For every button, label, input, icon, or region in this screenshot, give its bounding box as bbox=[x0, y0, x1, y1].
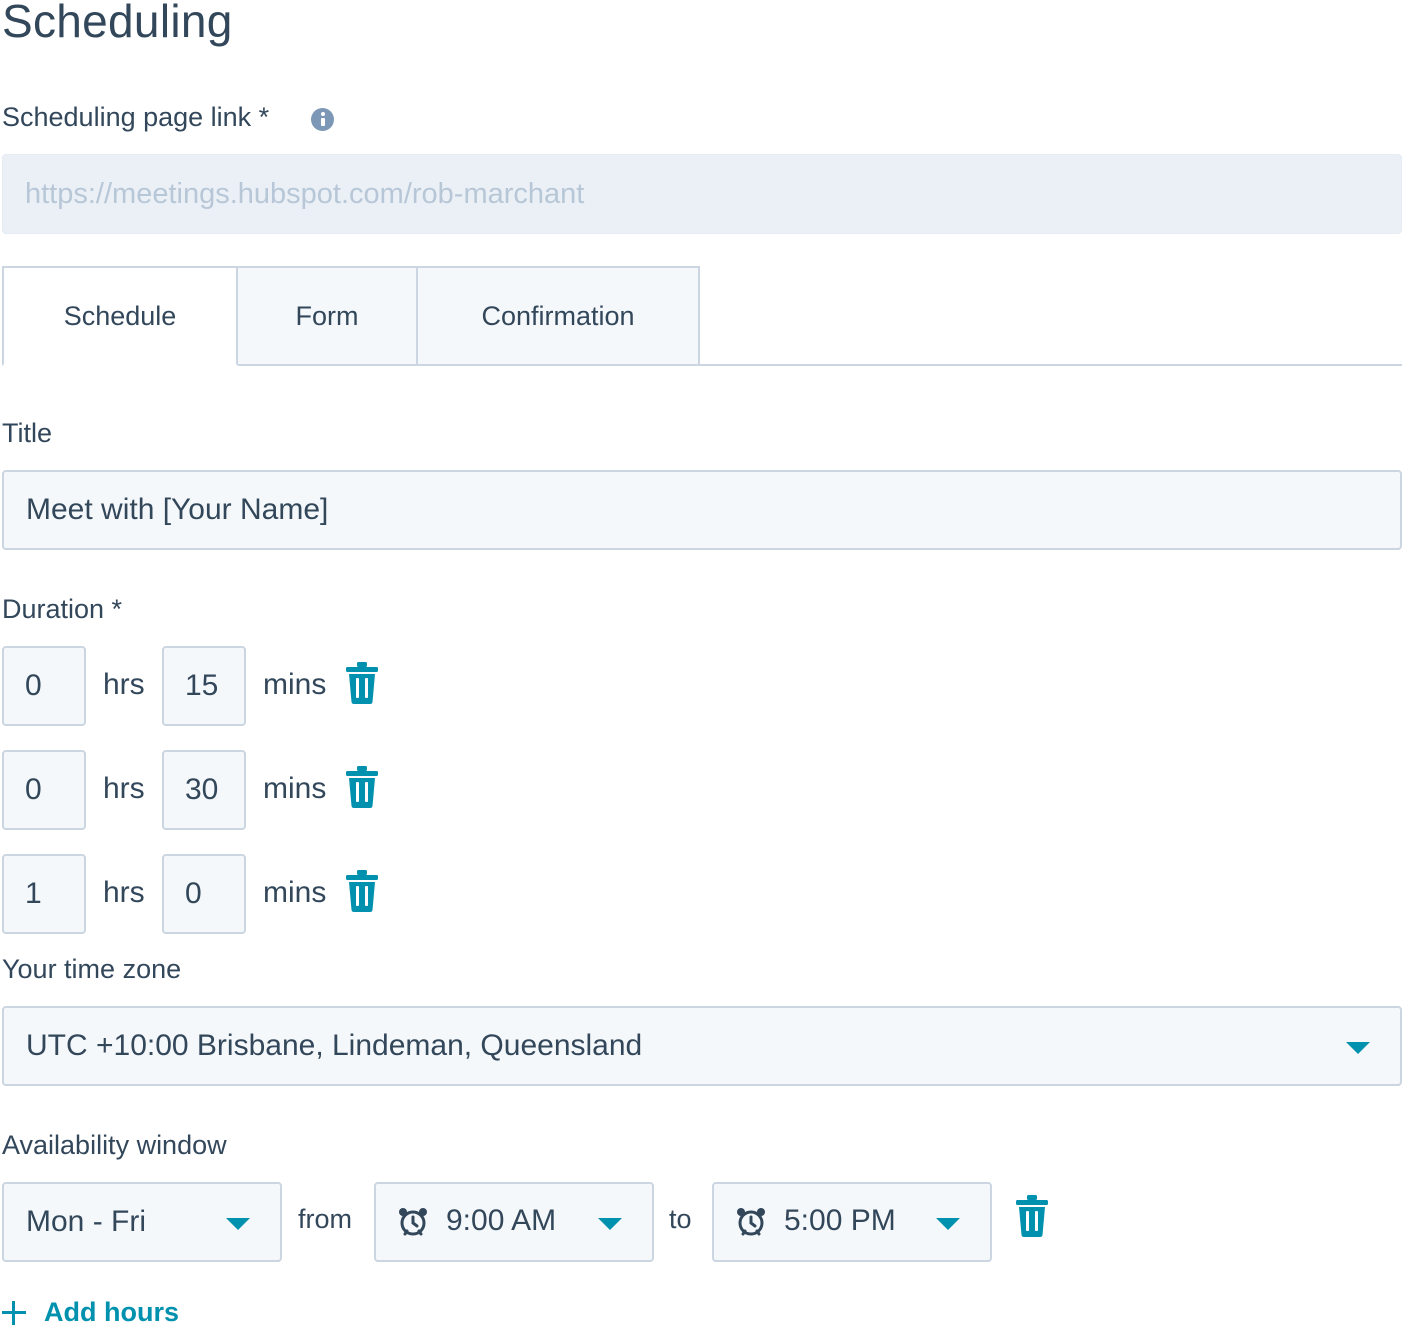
duration-minutes-input[interactable]: 30 bbox=[162, 750, 246, 830]
duration-hours-input[interactable]: 0 bbox=[2, 646, 86, 726]
tab-form[interactable]: Form bbox=[236, 266, 418, 366]
days-select[interactable]: Mon - Fri bbox=[2, 1182, 282, 1262]
trash-icon[interactable] bbox=[346, 661, 378, 705]
tab-schedule[interactable]: Schedule bbox=[2, 266, 238, 366]
mins-label: mins bbox=[263, 876, 327, 909]
start-time-value: 9:00 AM bbox=[446, 1204, 557, 1237]
timezone-select[interactable]: UTC +10:00 Brisbane, Lindeman, Queenslan… bbox=[2, 1006, 1402, 1086]
add-hours-button[interactable]: Add hours bbox=[2, 1297, 179, 1328]
hrs-label: hrs bbox=[103, 772, 145, 805]
caret-down-icon bbox=[226, 1218, 250, 1230]
caret-down-icon bbox=[936, 1218, 960, 1230]
info-icon[interactable] bbox=[311, 108, 334, 131]
add-hours-label: Add hours bbox=[44, 1297, 179, 1327]
duration-hours-input[interactable]: 0 bbox=[2, 750, 86, 830]
hrs-label: hrs bbox=[103, 668, 145, 701]
duration-hours-input[interactable]: 1 bbox=[2, 854, 86, 934]
trash-icon[interactable] bbox=[1016, 1194, 1048, 1238]
availability-label: Availability window bbox=[2, 1130, 227, 1160]
mins-label: mins bbox=[263, 668, 327, 701]
from-label: from bbox=[298, 1204, 352, 1234]
to-label: to bbox=[669, 1204, 692, 1234]
hrs-label: hrs bbox=[103, 876, 145, 909]
trash-icon[interactable] bbox=[346, 765, 378, 809]
tab-confirmation[interactable]: Confirmation bbox=[416, 266, 700, 366]
title-input[interactable] bbox=[2, 470, 1402, 550]
plus-icon bbox=[2, 1300, 26, 1325]
caret-down-icon bbox=[1346, 1042, 1370, 1054]
scheduling-link-input bbox=[2, 154, 1402, 234]
end-time-value: 5:00 PM bbox=[784, 1204, 896, 1237]
duration-minutes-input[interactable]: 15 bbox=[162, 646, 246, 726]
scheduling-link-label: Scheduling page link * bbox=[2, 102, 270, 132]
mins-label: mins bbox=[263, 772, 327, 805]
caret-down-icon bbox=[598, 1218, 622, 1230]
page-title: Scheduling bbox=[2, 0, 233, 47]
start-time-select[interactable]: 9:00 AM bbox=[374, 1182, 654, 1262]
alarm-clock-icon bbox=[399, 1208, 427, 1236]
duration-minutes-input[interactable]: 0 bbox=[162, 854, 246, 934]
trash-icon[interactable] bbox=[346, 869, 378, 913]
duration-label: Duration * bbox=[2, 594, 123, 624]
tab-bar: Schedule Form Confirmation bbox=[2, 266, 1402, 366]
alarm-clock-icon bbox=[737, 1208, 765, 1236]
timezone-label: Your time zone bbox=[2, 954, 182, 984]
title-label: Title bbox=[2, 418, 53, 448]
end-time-select[interactable]: 5:00 PM bbox=[712, 1182, 992, 1262]
timezone-value: UTC +10:00 Brisbane, Lindeman, Queenslan… bbox=[26, 1029, 643, 1062]
days-value: Mon - Fri bbox=[26, 1205, 146, 1238]
